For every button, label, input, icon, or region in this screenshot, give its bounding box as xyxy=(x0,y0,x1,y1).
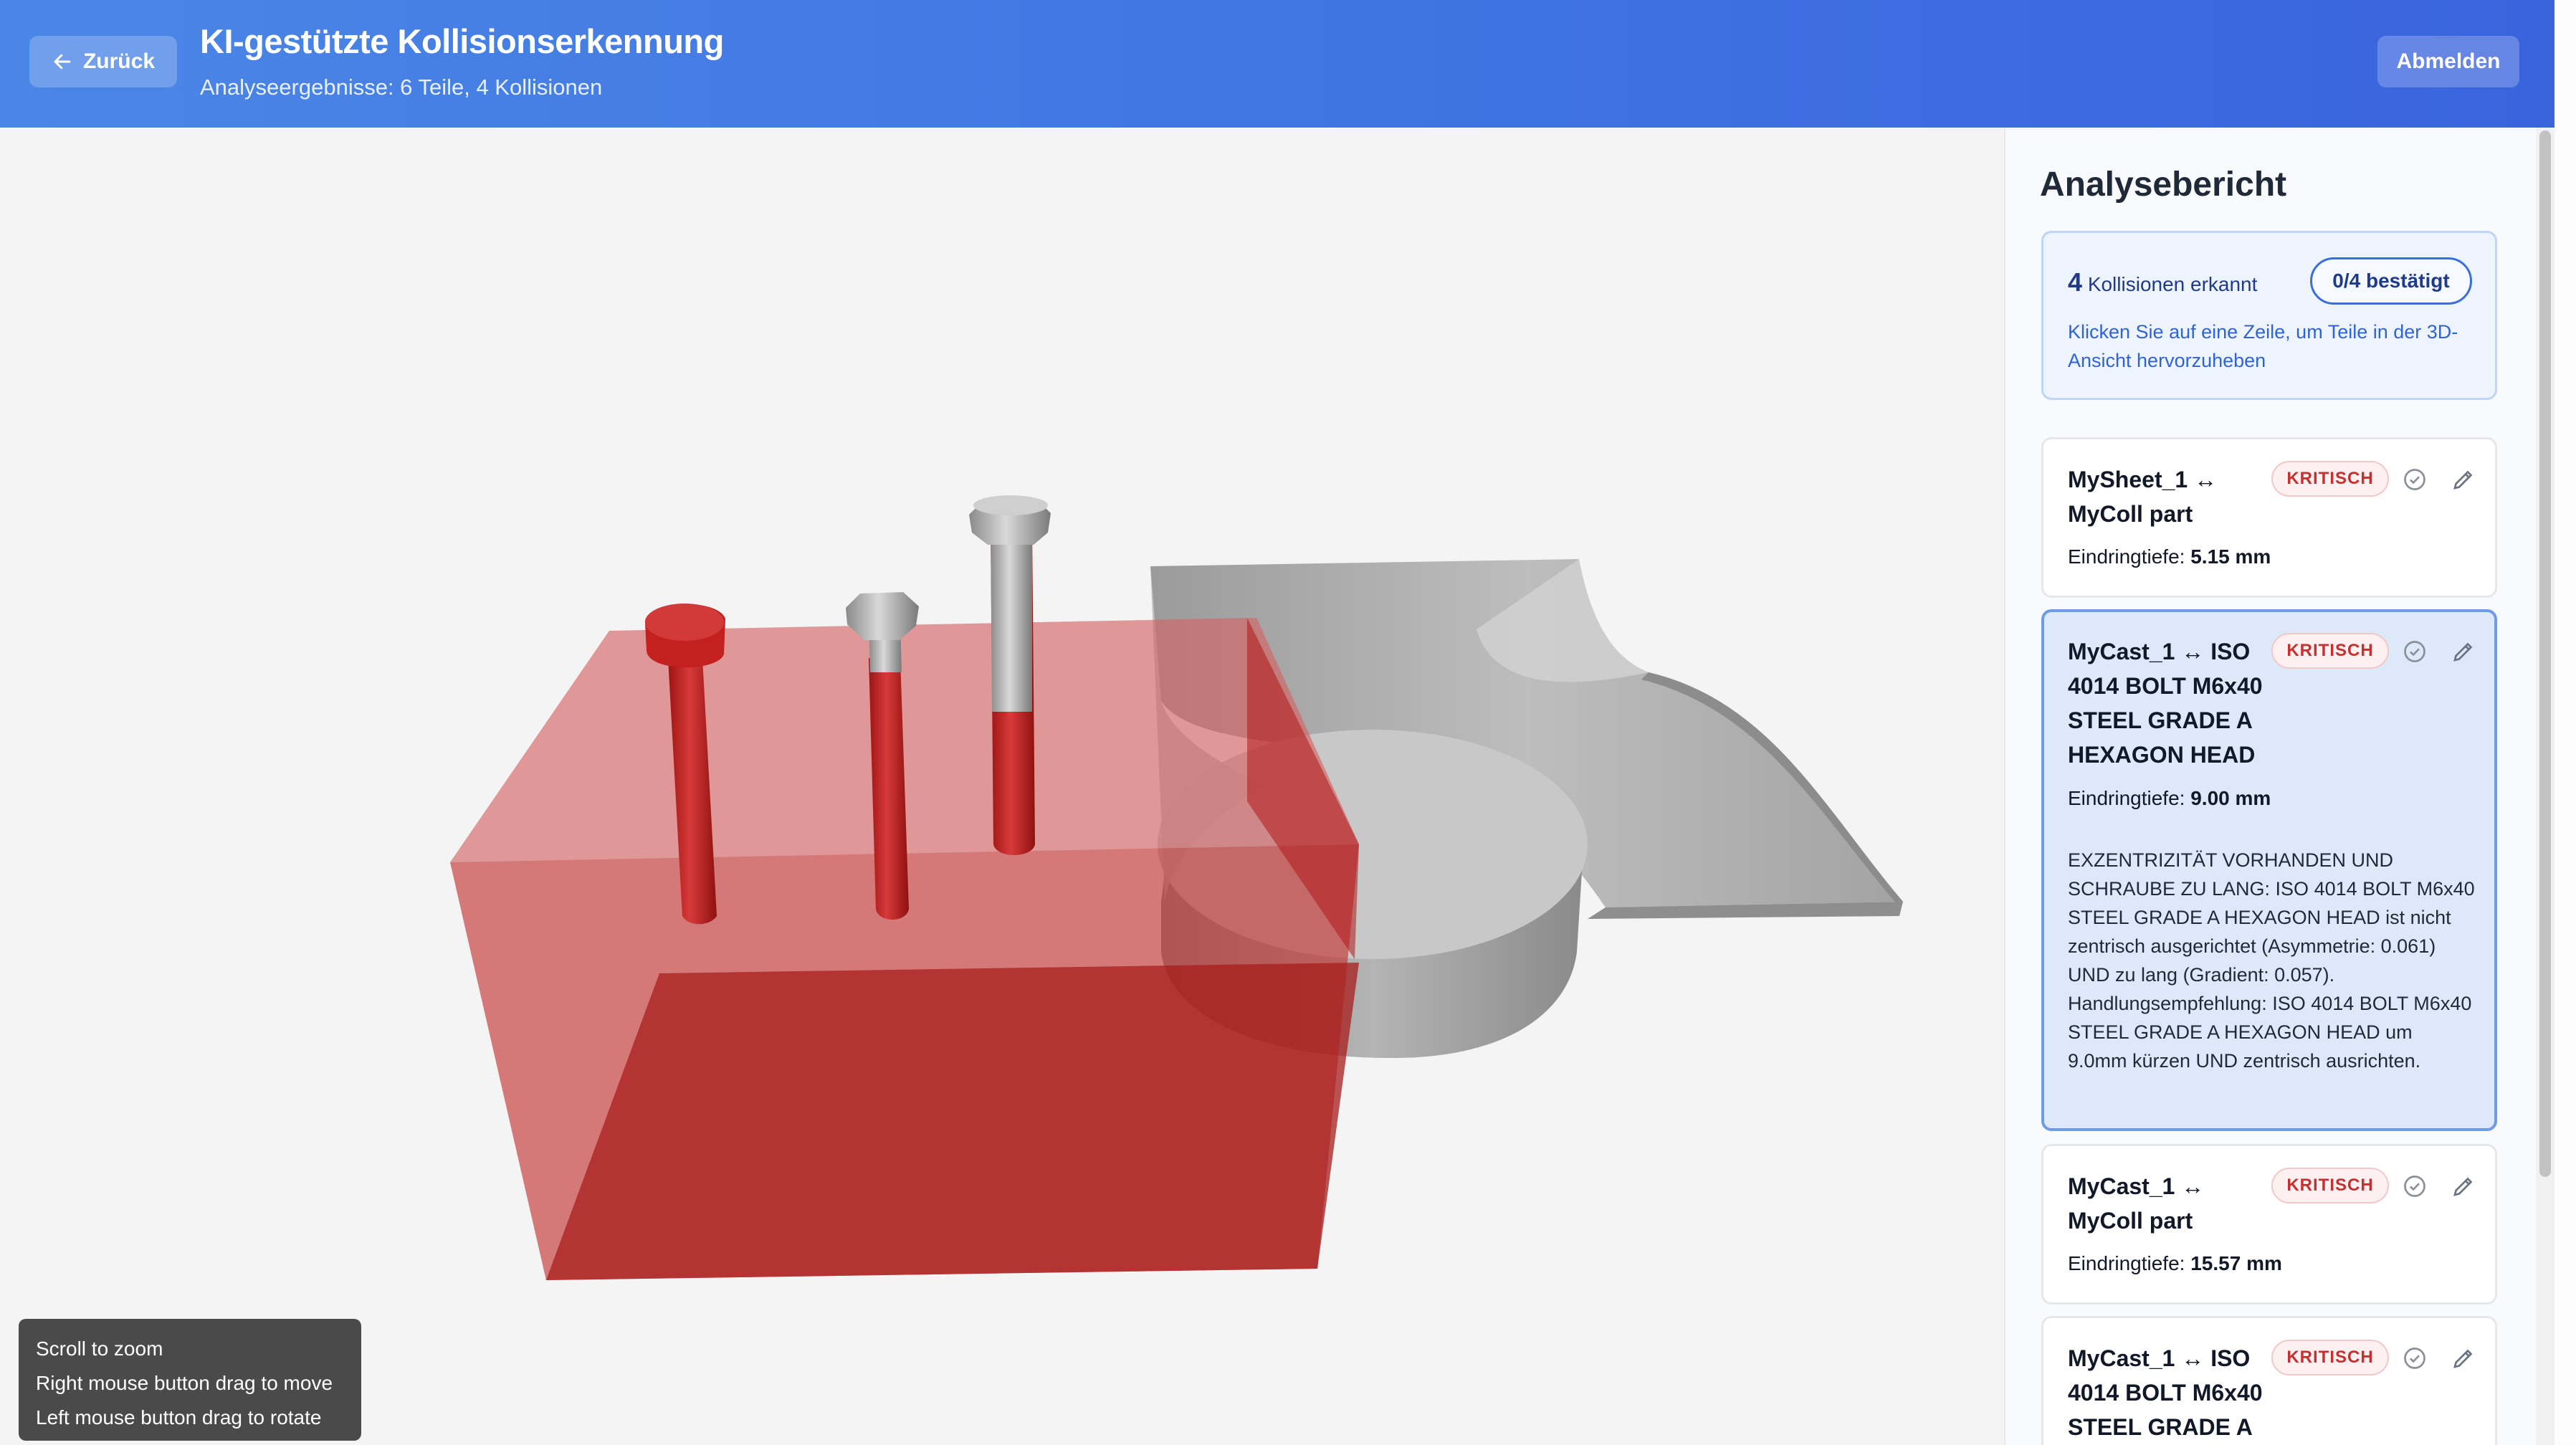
analysis-sidebar: Analysebericht 4 Kollisionen erkannt 0/4… xyxy=(2004,128,2537,1445)
back-button[interactable]: Zurück xyxy=(29,36,177,87)
help-zoom: Scroll to zoom xyxy=(36,1337,163,1360)
severity-badge: KRITISCH xyxy=(2271,1340,2389,1375)
app-header: Zurück KI-gestützte Kollisionserkennung … xyxy=(0,0,2554,128)
edit-pencil-icon[interactable] xyxy=(2451,639,2476,664)
sidebar-scrollbar-thumb[interactable] xyxy=(2539,130,2551,1177)
confirmed-status-badge[interactable]: 0/4 bestätigt xyxy=(2310,257,2472,305)
confirm-check-icon[interactable] xyxy=(2402,639,2428,664)
collision-row-2[interactable]: MyCast_1 ↔ ISO 4014 BOLT M6x40 STEEL GRA… xyxy=(2041,609,2497,1131)
collision-count-label: Kollisionen erkannt xyxy=(2087,273,2258,295)
report-title: Analysebericht xyxy=(2040,166,2287,204)
collision-title: MyCast_1 ↔ ISO 4014 BOLT M6x40 STEEL GRA… xyxy=(2068,1345,2263,1440)
edit-pencil-icon[interactable] xyxy=(2451,1173,2476,1199)
collision-row-1[interactable]: MySheet_1 ↔ MyColl part KRITISCH Eindrin… xyxy=(2041,437,2497,598)
help-move: Right mouse button drag to move xyxy=(36,1372,333,1394)
collision-count: 4 Kollisionen erkannt xyxy=(2068,267,2257,297)
severity-badge: KRITISCH xyxy=(2271,633,2389,669)
confirm-check-icon[interactable] xyxy=(2402,467,2428,492)
severity-badge: KRITISCH xyxy=(2271,1168,2389,1203)
collision-title: MyCast_1 ↔ MyColl part xyxy=(2068,1173,2205,1234)
confirm-check-icon[interactable] xyxy=(2402,1173,2428,1199)
window-edge xyxy=(2554,0,2576,1445)
collision-title: MySheet_1 ↔ MyColl part xyxy=(2068,467,2218,527)
page-subtitle: Analyseergebnisse: 6 Teile, 4 Kollisione… xyxy=(200,75,603,100)
severity-badge: KRITISCH xyxy=(2271,461,2389,497)
edit-pencil-icon[interactable] xyxy=(2451,1345,2476,1371)
edit-pencil-icon[interactable] xyxy=(2451,467,2476,492)
collision-row-3[interactable]: MyCast_1 ↔ MyColl part KRITISCH Eindring… xyxy=(2041,1144,2497,1305)
controls-help-overlay: Scroll to zoom Right mouse button drag t… xyxy=(19,1319,361,1441)
summary-card: 4 Kollisionen erkannt 0/4 bestätigt Klic… xyxy=(2041,231,2497,400)
collision-count-value: 4 xyxy=(2068,267,2083,297)
summary-hint: Klicken Sie auf eine Zeile, um Teile in … xyxy=(2068,321,2458,371)
collision-row-4[interactable]: MyCast_1 ↔ ISO 4014 BOLT M6x40 STEEL GRA… xyxy=(2041,1316,2497,1445)
3d-scene[interactable] xyxy=(0,128,2004,1445)
collision-description: EXZENTRIZITÄT VORHANDEN UND SCHRAUBE ZU … xyxy=(2068,849,2475,1072)
help-rotate: Left mouse button drag to rotate xyxy=(36,1406,322,1429)
cast-block-part[interactable] xyxy=(450,618,1359,1280)
penetration-depth: Eindringtiefe: 9.00 mm xyxy=(2068,787,2271,809)
logout-button[interactable]: Abmelden xyxy=(2377,36,2519,87)
confirm-check-icon[interactable] xyxy=(2402,1345,2428,1371)
collision-title: MyCast_1 ↔ ISO 4014 BOLT M6x40 STEEL GRA… xyxy=(2068,639,2263,768)
arrow-left-icon xyxy=(54,54,71,70)
page-title: KI-gestützte Kollisionserkennung xyxy=(200,22,724,60)
penetration-depth: Eindringtiefe: 15.57 mm xyxy=(2068,1252,2282,1274)
penetration-depth: Eindringtiefe: 5.15 mm xyxy=(2068,545,2271,568)
3d-viewport[interactable]: Scroll to zoom Right mouse button drag t… xyxy=(0,128,2004,1445)
back-button-label: Zurück xyxy=(82,49,156,73)
